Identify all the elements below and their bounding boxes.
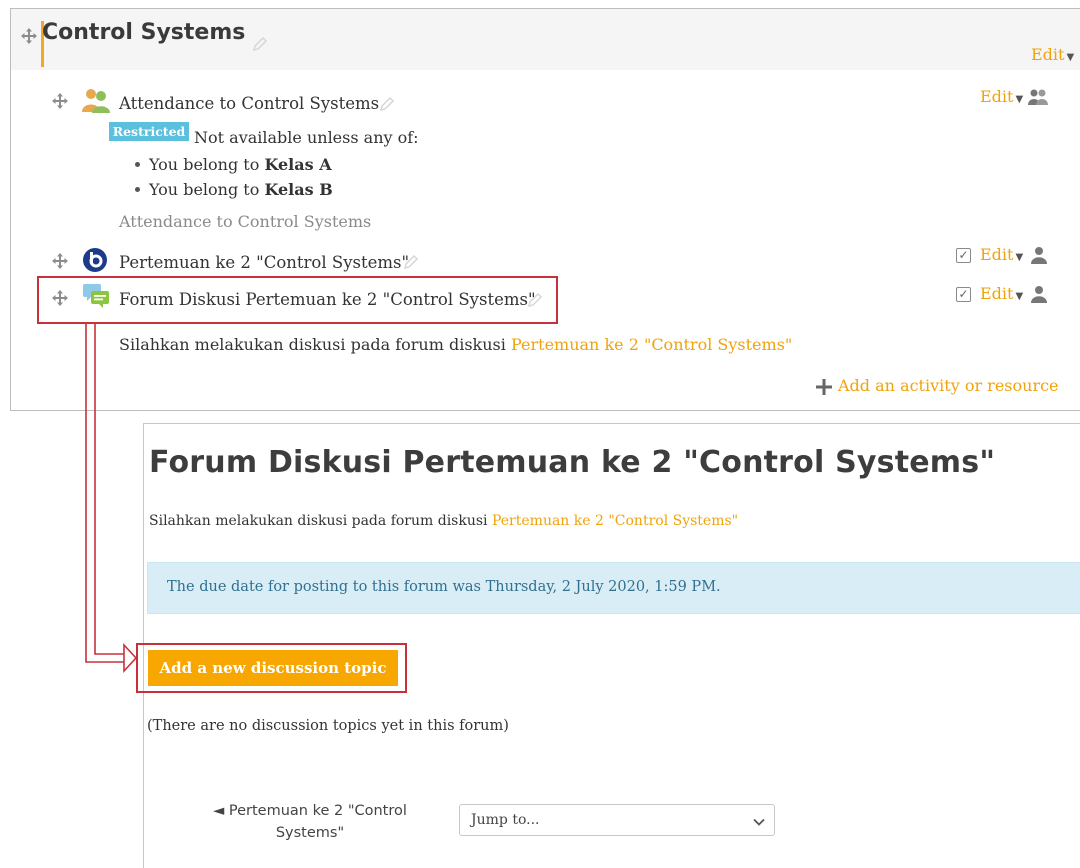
highlight-button-annotation (136, 643, 407, 693)
restriction-condition-2: You belong to Kelas B (149, 180, 333, 199)
condition-group: Kelas B (264, 180, 333, 199)
restriction-condition-1: You belong to Kelas A (149, 155, 332, 174)
activity-meeting-link[interactable]: Pertemuan ke 2 "Control Systems" (119, 253, 409, 272)
edit-title-pencil-icon[interactable] (251, 35, 269, 53)
attendance-move-icon[interactable] (51, 92, 69, 110)
due-date-text: The due date for posting to this forum w… (167, 579, 721, 595)
forum-page-title: Forum Diskusi Pertemuan ke 2 "Control Sy… (149, 445, 996, 480)
forum-description-text: Silahkan melakukan diskusi pada forum di… (119, 335, 511, 354)
condition-prefix: You belong to (149, 180, 265, 199)
bigbluebutton-icon (82, 247, 108, 273)
section-edit-label: Edit (1031, 45, 1065, 64)
attendance-edit-menu[interactable]: Edit ▼ (980, 87, 1023, 106)
forum-intro-text: Silahkan melakukan diskusi pada forum di… (149, 513, 492, 529)
restriction-text: Not available unless any of: (194, 128, 419, 147)
condition-group: Kelas A (264, 155, 332, 174)
chevron-down-icon: ▼ (1015, 252, 1024, 263)
completion-checkbox-icon[interactable]: ✓ (956, 287, 971, 302)
no-topics-message: (There are no discussion topics yet in t… (147, 718, 509, 734)
edit-meeting-pencil-icon[interactable] (402, 253, 420, 271)
user-icon[interactable] (1031, 246, 1047, 264)
edit-attendance-pencil-icon[interactable] (378, 95, 396, 113)
jump-to-value: Jump to... (471, 812, 540, 828)
attendance-description: Attendance to Control Systems (119, 212, 372, 231)
chevron-down-icon: ▼ (1066, 52, 1075, 63)
chevron-down-icon: ▼ (1015, 291, 1024, 302)
meeting-edit-menu[interactable]: Edit ▼ (980, 245, 1023, 264)
forum-intro-link[interactable]: Pertemuan ke 2 "Control Systems" (492, 513, 738, 529)
meeting-move-icon[interactable] (51, 252, 69, 270)
user-icon[interactable] (1031, 285, 1047, 303)
forum-description: Silahkan melakukan diskusi pada forum di… (119, 335, 792, 354)
highlight-forum-annotation (37, 276, 558, 324)
meeting-edit-label: Edit (980, 245, 1014, 264)
attendance-edit-label: Edit (980, 87, 1014, 106)
activity-attendance-link[interactable]: Attendance to Control Systems (119, 94, 379, 113)
restricted-badge: Restricted (109, 122, 189, 141)
forum-edit-menu[interactable]: Edit ▼ (980, 284, 1023, 303)
attendance-icon (80, 86, 112, 114)
condition-prefix: You belong to (149, 155, 265, 174)
section-title: Control Systems (42, 20, 246, 45)
forum-description-link[interactable]: Pertemuan ke 2 "Control Systems" (511, 335, 792, 354)
forum-intro: Silahkan melakukan diskusi pada forum di… (149, 513, 738, 529)
section-move-icon[interactable] (20, 27, 38, 45)
add-activity-link[interactable]: Add an activity or resource (838, 376, 1059, 395)
chevron-down-icon (752, 814, 766, 828)
plus-icon (815, 378, 833, 396)
bullet-icon (135, 162, 140, 167)
group-users-icon[interactable] (1027, 88, 1049, 106)
previous-activity-link[interactable]: ◄ Pertemuan ke 2 "Control Systems" (195, 800, 425, 844)
bullet-icon (135, 187, 140, 192)
completion-checkbox-icon[interactable]: ✓ (956, 248, 971, 263)
chevron-down-icon: ▼ (1015, 94, 1024, 105)
forum-edit-label: Edit (980, 284, 1014, 303)
section-edit-menu[interactable]: Edit ▼ (1031, 45, 1074, 64)
